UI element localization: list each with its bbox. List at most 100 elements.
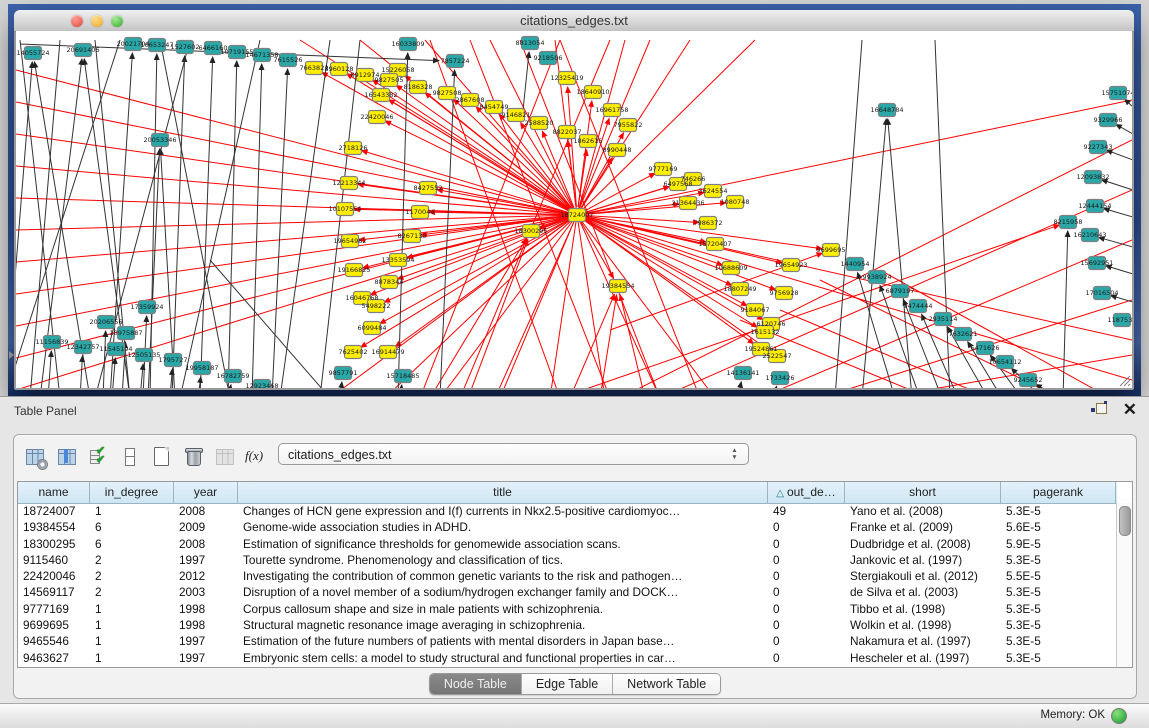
cell-pagerank[interactable]: 5.9E-5 <box>1001 536 1116 552</box>
close-panel-icon[interactable]: ✕ <box>1123 400 1137 420</box>
memory-status-indicator[interactable] <box>1111 708 1127 724</box>
network-view-window[interactable]: citations_edges.txt 18724007183002951938… <box>14 10 1134 390</box>
cell-title[interactable]: Investigating the contribution of common… <box>238 568 768 584</box>
cell-short[interactable]: Tibbo et al. (1998) <box>845 601 1001 617</box>
cell-in_degree[interactable]: 2 <box>90 584 174 600</box>
table-mode-button[interactable] <box>24 445 48 471</box>
network-window-titlebar[interactable]: citations_edges.txt <box>14 10 1134 32</box>
cell-short[interactable]: Yano et al. (2008) <box>845 503 1001 519</box>
cell-out_de[interactable]: 0 <box>768 536 845 552</box>
cell-out_de[interactable]: 0 <box>768 617 845 633</box>
cell-title[interactable]: Corpus callosum shape and size in male p… <box>238 601 768 617</box>
cell-year[interactable]: 1997 <box>174 633 238 649</box>
table-row[interactable]: 911546021997Tourette syndrome. Phenomeno… <box>18 552 1117 568</box>
cell-name[interactable]: 18300295 <box>18 536 90 552</box>
tab-node-table[interactable]: Node Table <box>430 674 522 694</box>
network-canvas[interactable]: 1872400718300295193845547663822896012889… <box>16 31 1132 388</box>
cell-in_degree[interactable]: 2 <box>90 568 174 584</box>
column-header-name[interactable]: name <box>18 482 90 503</box>
cell-year[interactable]: 2009 <box>174 519 238 535</box>
cell-in_degree[interactable]: 2 <box>90 552 174 568</box>
cell-year[interactable]: 1997 <box>174 650 238 666</box>
create-column-button[interactable] <box>118 445 142 471</box>
table-row[interactable]: 1830029562008Estimation of significance … <box>18 536 1117 552</box>
cell-short[interactable]: Wolkin et al. (1998) <box>845 617 1001 633</box>
cell-short[interactable]: Stergiakouli et al. (2012) <box>845 568 1001 584</box>
cell-title[interactable]: Embryonic stem cells: a model to study s… <box>238 650 768 666</box>
cell-pagerank[interactable]: 5.3E-5 <box>1001 617 1116 633</box>
cell-out_de[interactable]: 0 <box>768 568 845 584</box>
select-all-button[interactable]: ✔✔ <box>88 445 112 471</box>
cell-pagerank[interactable]: 5.3E-5 <box>1001 503 1116 519</box>
cell-short[interactable]: Nakamura et al. (1997) <box>845 633 1001 649</box>
cell-out_de[interactable]: 0 <box>768 633 845 649</box>
network-canvas-svg[interactable]: 1872400718300295193845547663822896012889… <box>16 31 1132 388</box>
cell-pagerank[interactable]: 5.3E-5 <box>1001 633 1116 649</box>
table-row[interactable]: 977716911998Corpus callosum shape and si… <box>18 601 1117 617</box>
cell-name[interactable]: 9115460 <box>18 552 90 568</box>
cell-year[interactable]: 2008 <box>174 536 238 552</box>
west-panel-collapse-handle[interactable] <box>9 351 14 359</box>
function-builder-button[interactable]: f(x) <box>242 445 266 471</box>
cell-pagerank[interactable]: 5.3E-5 <box>1001 650 1116 666</box>
cell-name[interactable]: 9777169 <box>18 601 90 617</box>
column-header-title[interactable]: title <box>238 482 768 503</box>
cell-in_degree[interactable]: 6 <box>90 536 174 552</box>
cell-out_de[interactable]: 0 <box>768 650 845 666</box>
cell-pagerank[interactable]: 5.6E-5 <box>1001 519 1116 535</box>
cell-pagerank[interactable]: 5.3E-5 <box>1001 584 1116 600</box>
cell-name[interactable]: 19384554 <box>18 519 90 535</box>
cell-in_degree[interactable]: 1 <box>90 650 174 666</box>
delete-button[interactable] <box>182 445 206 471</box>
cell-title[interactable]: Changes of HCN gene expression and I(f) … <box>238 503 768 519</box>
cell-in_degree[interactable]: 1 <box>90 601 174 617</box>
table-row[interactable]: 946362711997Embryonic stem cells: a mode… <box>18 650 1117 666</box>
cell-short[interactable]: Hescheler et al. (1997) <box>845 650 1001 666</box>
table-row[interactable]: 2242004622012Investigating the contribut… <box>18 568 1117 584</box>
cell-out_de[interactable]: 49 <box>768 503 845 519</box>
canvas-resize-grip[interactable] <box>1118 374 1131 387</box>
cell-name[interactable]: 14569117 <box>18 584 90 600</box>
cell-name[interactable]: 9465546 <box>18 633 90 649</box>
cell-in_degree[interactable]: 1 <box>90 503 174 519</box>
cell-title[interactable]: Estimation of the future numbers of pati… <box>238 633 768 649</box>
table-row[interactable]: 1938455462009Genome-wide association stu… <box>18 519 1117 535</box>
column-header-in_degree[interactable]: in_degree <box>90 482 174 503</box>
table-row[interactable]: 1456911722003Disruption of a novel membe… <box>18 584 1117 600</box>
table-row[interactable]: 946554611997Estimation of the future num… <box>18 633 1117 649</box>
float-panel-icon[interactable] <box>1091 403 1107 418</box>
cell-pagerank[interactable]: 5.3E-5 <box>1001 601 1116 617</box>
column-header-year[interactable]: year <box>174 482 238 503</box>
tab-edge-table[interactable]: Edge Table <box>522 674 613 694</box>
cell-out_de[interactable]: 0 <box>768 601 845 617</box>
cell-in_degree[interactable]: 1 <box>90 633 174 649</box>
cell-year[interactable]: 2012 <box>174 568 238 584</box>
cell-name[interactable]: 18724007 <box>18 503 90 519</box>
cell-out_de[interactable]: 0 <box>768 552 845 568</box>
cell-out_de[interactable]: 0 <box>768 584 845 600</box>
show-column-button[interactable] <box>56 445 80 471</box>
table-vertical-scrollbar[interactable] <box>1116 503 1132 667</box>
cell-short[interactable]: Franke et al. (2009) <box>845 519 1001 535</box>
cell-pagerank[interactable]: 5.5E-5 <box>1001 568 1116 584</box>
cell-name[interactable]: 22420046 <box>18 568 90 584</box>
cell-year[interactable]: 2008 <box>174 503 238 519</box>
cell-year[interactable]: 1998 <box>174 617 238 633</box>
table-row[interactable]: 969969511998Structural magnetic resonanc… <box>18 617 1117 633</box>
cell-year[interactable]: 2003 <box>174 584 238 600</box>
cell-in_degree[interactable]: 1 <box>90 617 174 633</box>
cell-title[interactable]: Estimation of significance thresholds fo… <box>238 536 768 552</box>
tab-network-table[interactable]: Network Table <box>613 674 720 694</box>
table-selector-dropdown[interactable]: citations_edges.txt ▲▼ <box>278 443 749 465</box>
cell-title[interactable]: Genome-wide association studies in ADHD. <box>238 519 768 535</box>
cell-title[interactable]: Tourette syndrome. Phenomenology and cla… <box>238 552 768 568</box>
cell-name[interactable]: 9463627 <box>18 650 90 666</box>
cell-pagerank[interactable]: 5.3E-5 <box>1001 552 1116 568</box>
column-header-out_de[interactable]: △out_de… <box>768 482 845 503</box>
cell-short[interactable]: Dudbridge et al. (2008) <box>845 536 1001 552</box>
cell-out_de[interactable]: 0 <box>768 519 845 535</box>
scrollbar-thumb[interactable] <box>1119 506 1131 536</box>
cell-title[interactable]: Disruption of a novel member of a sodium… <box>238 584 768 600</box>
cell-short[interactable]: Jankovic et al. (1997) <box>845 552 1001 568</box>
cell-in_degree[interactable]: 6 <box>90 519 174 535</box>
